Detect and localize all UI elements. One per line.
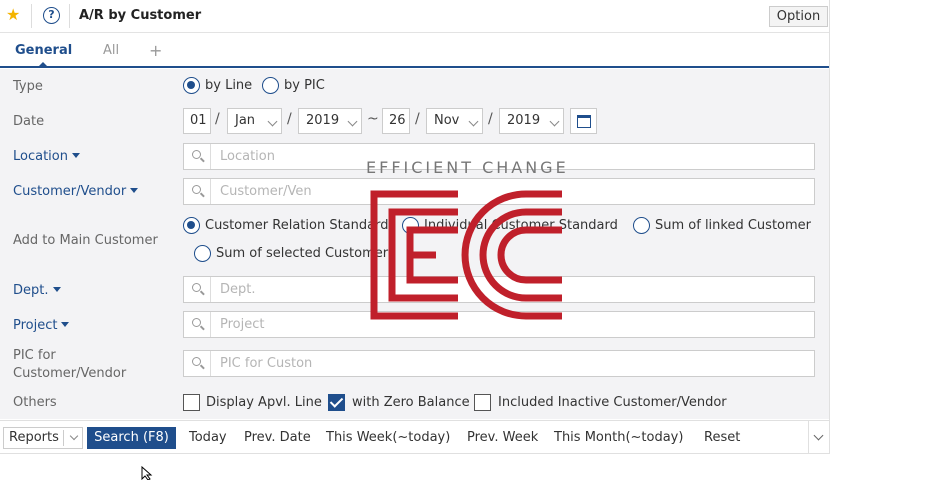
calendar-icon[interactable] [570,108,597,134]
date-to-month-select[interactable]: Nov [426,108,483,134]
included-inactive-label[interactable]: Included Inactive Customer/Vendor [498,395,727,410]
type-by-pic-radio[interactable] [262,77,279,94]
individual-customer-standard-label[interactable]: Individual Customer Standard [424,218,618,233]
caret-down-icon [52,287,61,292]
pic-label-line2: Customer/Vendor [13,366,127,381]
customer-vendor-label-text: Customer/Vendor [13,184,127,199]
chevron-down-icon [468,116,479,127]
type-by-line-label[interactable]: by Line [205,78,252,93]
type-by-pic-label[interactable]: by PIC [284,78,325,93]
project-label[interactable]: Project [13,318,70,333]
more-options-chevron-icon[interactable] [808,421,830,454]
date-from-month-select[interactable]: Jan [227,108,282,134]
pic-label-line1: PIC for [13,348,56,363]
page-title: A/R by Customer [79,8,202,23]
others-label: Others [13,395,57,410]
help-icon[interactable]: ? [43,7,60,24]
date-to-day[interactable]: 26 [382,108,410,134]
date-to-year-value: 2019 [507,113,541,128]
app-window: ★ ? A/R by Customer Option General All +… [0,0,936,480]
chevron-down-icon [549,116,560,127]
included-inactive-checkbox[interactable] [474,394,491,411]
divider [69,4,70,28]
sum-selected-customer-radio[interactable] [194,245,211,262]
caret-down-icon [71,153,80,158]
tab-general[interactable]: General [15,43,72,58]
display-apvl-line-label[interactable]: Display Apvl. Line [206,395,322,410]
dept-input[interactable] [220,280,800,299]
with-zero-balance-label[interactable]: with Zero Balance [352,395,470,410]
mouse-cursor-icon [141,466,153,480]
date-to-month-value: Nov [434,113,460,128]
dept-label[interactable]: Dept. [13,283,61,298]
date-from-year-select[interactable]: 2019 [298,108,362,134]
customer-vendor-label[interactable]: Customer/Vendor [13,184,139,199]
prev-week-button[interactable]: Prev. Week [467,430,538,445]
this-week-button[interactable]: This Week(~today) [326,430,450,445]
search-icon[interactable] [184,277,211,302]
favorite-star-icon[interactable]: ★ [6,5,20,24]
add-to-main-customer-label: Add to Main Customer [13,233,158,248]
pic-field[interactable] [183,350,815,377]
dept-label-text: Dept. [13,283,49,298]
date-from-year-value: 2019 [306,113,340,128]
customer-vendor-input[interactable] [220,182,800,201]
chevron-down-icon [267,116,278,127]
this-month-button[interactable]: This Month(~today) [554,430,683,445]
type-label: Type [13,79,43,94]
location-label[interactable]: Location [13,149,80,164]
customer-vendor-field[interactable] [183,178,815,205]
action-bar: Reports Search (F8) Today Prev. Date Thi… [0,420,830,454]
date-separator: / [415,111,420,127]
chevron-down-icon [69,431,79,441]
caret-down-icon [61,322,70,327]
date-from-day[interactable]: 01 [183,108,211,134]
caret-down-icon [130,188,139,193]
with-zero-balance-checkbox[interactable] [328,394,345,411]
dept-field[interactable] [183,276,815,303]
chevron-down-icon [347,116,358,127]
reset-button[interactable]: Reset [704,430,740,445]
search-icon[interactable] [184,144,211,169]
search-icon[interactable] [184,351,211,376]
search-button[interactable]: Search (F8) [87,427,176,449]
tab-bar: General All + [0,33,830,68]
location-input[interactable] [220,147,800,166]
customer-relation-standard-label[interactable]: Customer Relation Standard [205,218,388,233]
date-from-month-value: Jan [235,113,256,128]
date-label: Date [13,114,45,129]
search-icon[interactable] [184,312,211,337]
location-label-text: Location [13,149,68,164]
divider [31,4,32,28]
project-label-text: Project [13,318,58,333]
option-button[interactable]: Option [769,6,828,27]
date-separator: / [488,111,493,127]
individual-customer-standard-radio[interactable] [402,217,419,234]
add-tab-button[interactable]: + [149,41,162,60]
date-to-year-select[interactable]: 2019 [499,108,564,134]
sum-selected-customer-label[interactable]: Sum of selected Customer [216,246,388,261]
reports-select-value: Reports [9,430,59,445]
project-input[interactable] [220,315,800,334]
title-bar: ★ ? A/R by Customer Option [0,0,830,33]
search-form: Type by Line by PIC Date 01 / Jan / 2019… [0,69,830,419]
date-separator: / [215,111,220,127]
active-tab-indicator [38,62,48,67]
display-apvl-line-checkbox[interactable] [183,394,200,411]
date-separator: / [287,111,292,127]
location-field[interactable] [183,143,815,170]
sum-linked-customer-radio[interactable] [633,217,650,234]
sum-linked-customer-label[interactable]: Sum of linked Customer [655,218,811,233]
type-by-line-radio[interactable] [183,77,200,94]
reports-select[interactable]: Reports [3,427,83,449]
today-button[interactable]: Today [189,430,227,445]
tab-all[interactable]: All [103,43,119,58]
pic-input[interactable] [220,354,800,373]
date-range-separator: ~ [367,111,379,127]
search-icon[interactable] [184,179,211,204]
project-field[interactable] [183,311,815,338]
prev-date-button[interactable]: Prev. Date [244,430,311,445]
panel-border [829,0,830,454]
customer-relation-standard-radio[interactable] [183,217,200,234]
